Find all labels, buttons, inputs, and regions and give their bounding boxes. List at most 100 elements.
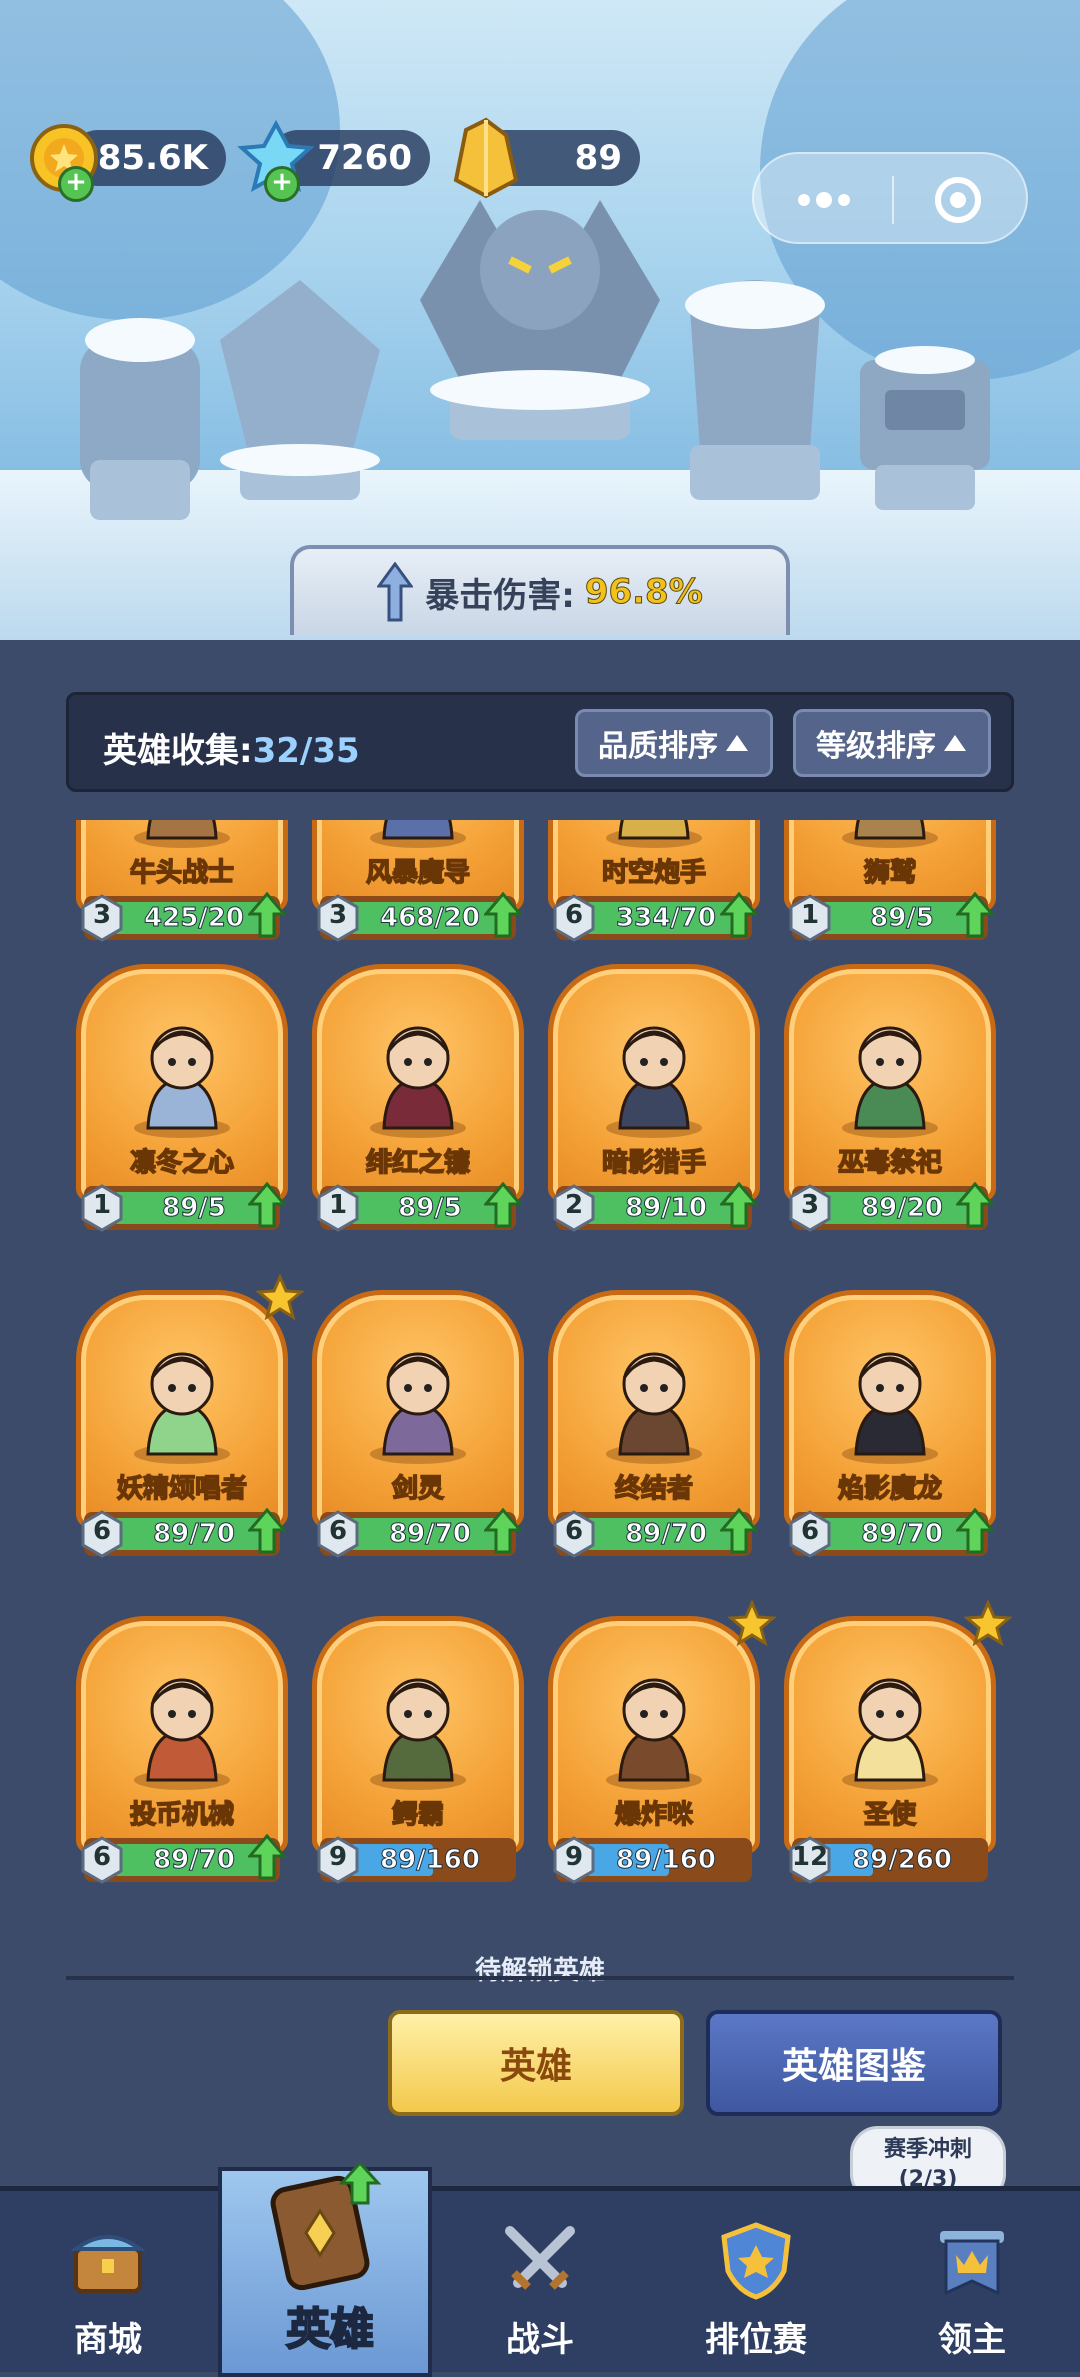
star-icon [728, 1600, 776, 1647]
close-target-icon[interactable] [932, 174, 984, 226]
level-badge: 2 [552, 1184, 596, 1232]
ranked-shield-icon [721, 2222, 791, 2300]
collection-title: 英雄收集:32/35 [103, 731, 360, 771]
statue-icon [220, 280, 380, 500]
add-gold-icon[interactable]: + [58, 166, 94, 202]
sort-quality-button[interactable]: 品质排序 [575, 709, 773, 777]
hero-card[interactable]: 剑灵 6 89/70 [312, 1290, 524, 1560]
hero-name: 凛冬之心 [129, 1147, 235, 1179]
shard-progress-bar: 6 89/70 [553, 1508, 758, 1558]
gold-crystal-icon [453, 117, 519, 199]
shard-count: 468/20 [380, 903, 481, 934]
shard-progress-bar: 9 89/160 [317, 1836, 516, 1884]
sort-level-button[interactable]: 等级排序 [793, 709, 991, 777]
upgrade-arrow-icon[interactable] [484, 1508, 522, 1554]
statue-icon [685, 280, 825, 500]
shard-count: 89/5 [162, 1193, 227, 1224]
upgrade-arrow-icon[interactable] [720, 892, 758, 938]
croc-icon [370, 1678, 466, 1790]
hero-card[interactable]: 焰影魔龙 6 89/70 [784, 1290, 996, 1560]
upgrade-arrow-icon[interactable] [248, 1834, 286, 1880]
storm-mage-icon [370, 820, 466, 848]
slot-machine-icon [134, 1678, 230, 1790]
hero-card[interactable]: 时空炮手 6 334/70 [548, 820, 760, 944]
crit-label: 暴击伤害: [425, 575, 575, 616]
level-badge: 6 [80, 1836, 124, 1884]
shard-progress-bar: 1 89/5 [317, 1182, 522, 1232]
hero-card[interactable]: 牛头战士 3 425/20 [76, 820, 288, 944]
shard-progress-bar: 2 89/10 [553, 1182, 758, 1232]
hero-card[interactable]: 妖精颂唱者 6 89/70 [76, 1274, 304, 1560]
shard-progress-bar: 12 89/260 [789, 1836, 988, 1884]
hero-encyclopedia-button[interactable]: 英雄图鉴 [706, 2010, 1002, 2116]
nav-lord[interactable]: 领主 [864, 2191, 1080, 2377]
hero-card[interactable]: 绯红之镰 1 89/5 [312, 964, 524, 1234]
upgrade-arrow-icon[interactable] [248, 1508, 286, 1554]
shard-progress-bar: 1 89/5 [81, 1182, 286, 1232]
hero-card[interactable]: 圣使 12 89/260 [784, 1600, 1012, 1886]
divider [66, 1976, 1014, 1980]
hero-name: 投币机械 [129, 1799, 235, 1831]
terminator-icon [606, 1352, 702, 1464]
upgrade-arrow-icon[interactable] [720, 1508, 758, 1554]
hero-card-icon [270, 2163, 382, 2291]
sort-up-icon [726, 735, 748, 751]
nav-ranked[interactable]: 排位赛 [648, 2191, 864, 2377]
upgrade-arrow-icon[interactable] [248, 1182, 286, 1228]
hero-card[interactable]: 暗影猎手 2 89/10 [548, 964, 760, 1234]
hero-name: 爆炸咪 [614, 1799, 694, 1831]
miniprogram-capsule [752, 152, 1028, 244]
crit-value: 96.8% [584, 572, 703, 613]
hero-name: 终结者 [614, 1473, 694, 1505]
hero-card[interactable]: 爆炸咪 9 89/160 [548, 1600, 776, 1886]
shard-progress-bar: 6 89/70 [317, 1508, 522, 1558]
nav-shop[interactable]: 商城 [0, 2191, 216, 2377]
hero-name: 牛头战士 [129, 857, 235, 889]
upgrade-arrow-icon[interactable] [248, 892, 286, 938]
hero-card[interactable]: 巫毒祭祀 3 89/20 [784, 964, 996, 1234]
gunner-icon [606, 820, 702, 848]
shard-progress-bar: 1 89/5 [789, 892, 994, 942]
hero-name: 狮鹫 [863, 857, 917, 889]
hero-card[interactable]: 鳄霸 9 89/160 [312, 1616, 524, 1886]
hero-card[interactable]: 凛冬之心 1 89/5 [76, 964, 288, 1234]
upgrade-arrow-icon[interactable] [484, 892, 522, 938]
hero-tab-button[interactable]: 英雄 [388, 2010, 684, 2116]
hero-card[interactable]: 狮鹫 1 89/5 [784, 820, 996, 944]
level-badge: 6 [552, 1510, 596, 1558]
add-gem-icon[interactable]: + [264, 166, 300, 202]
shard-progress-bar: 6 89/70 [789, 1508, 994, 1558]
hero-card[interactable]: 终结者 6 89/70 [548, 1290, 760, 1560]
nav-label: 排位赛 [705, 2320, 807, 2360]
ice-cave-scene [0, 0, 1080, 640]
shard-progress-bar: 6 89/70 [81, 1834, 286, 1884]
shard-count: 89/70 [861, 1519, 944, 1550]
upgrade-arrow-icon[interactable] [720, 1182, 758, 1228]
voodoo-priestess-icon [842, 1026, 938, 1138]
robot-statue-icon [860, 346, 990, 510]
shard-progress-bar: 3 468/20 [317, 892, 522, 942]
nav-battle[interactable]: 战斗 [432, 2191, 648, 2377]
more-icon[interactable] [794, 186, 854, 214]
pending-unlock-label: 待解锁英雄 [474, 1956, 605, 1986]
hero-name: 圣使 [863, 1799, 917, 1831]
upgrade-arrow-icon[interactable] [956, 1508, 994, 1554]
upgrade-arrow-icon[interactable] [484, 1182, 522, 1228]
level-badge: 3 [788, 1184, 832, 1232]
hero-collection-header: 英雄收集:32/35 品质排序 等级排序 [66, 692, 1014, 792]
shard-progress-bar: 3 425/20 [81, 892, 286, 942]
hero-card[interactable]: 投币机械 6 89/70 [76, 1616, 288, 1886]
hero-card[interactable]: 风暴魔导 3 468/20 [312, 820, 524, 944]
angel-icon [842, 1678, 938, 1790]
nav-label: 领主 [938, 2320, 1006, 2360]
level-badge: 1 [80, 1184, 124, 1232]
nav-hero[interactable]: 英雄 [218, 2163, 432, 2377]
upgrade-arrow-icon[interactable] [956, 892, 994, 938]
nav-label: 商城 [74, 2320, 142, 2360]
nav-label: 战斗 [506, 2320, 574, 2360]
level-badge: 9 [316, 1836, 360, 1884]
shard-progress-bar: 9 89/160 [553, 1836, 752, 1884]
shard-count: 334/70 [616, 903, 717, 934]
shard-count: 89/260 [852, 1845, 953, 1876]
upgrade-arrow-icon[interactable] [956, 1182, 994, 1228]
